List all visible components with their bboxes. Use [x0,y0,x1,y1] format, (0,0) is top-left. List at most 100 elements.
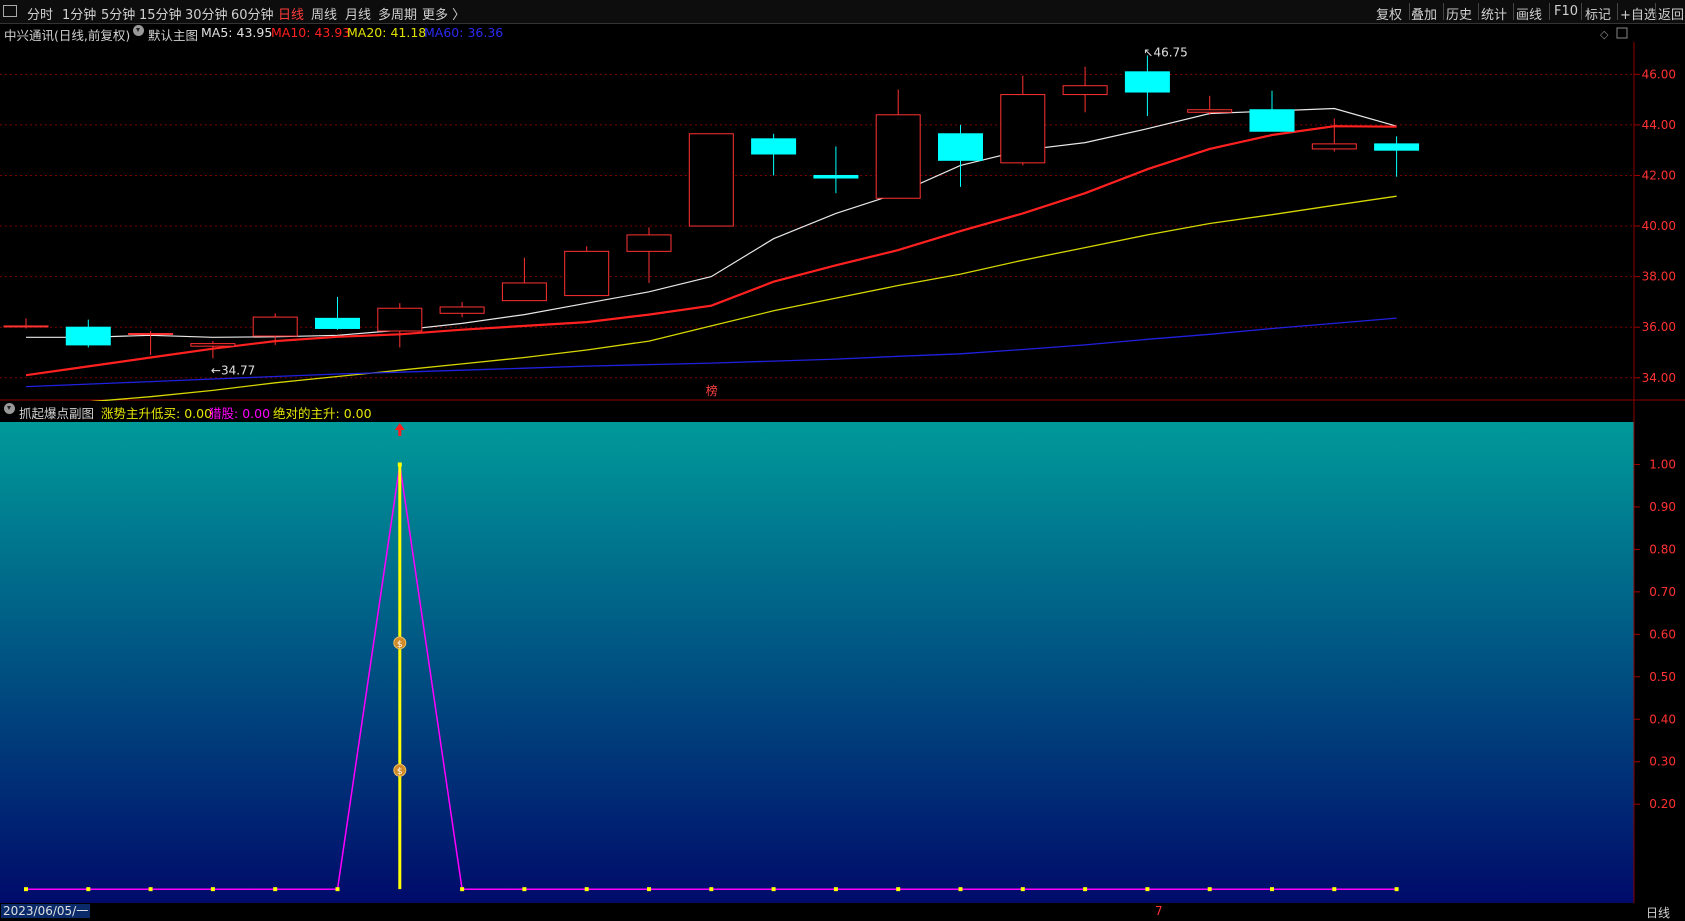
sub-point-dot [273,887,278,892]
candle-body [252,316,298,337]
template-dropdown-icon[interactable] [133,25,144,36]
candle-body [315,317,360,329]
candle-body [751,138,797,155]
tab-multi-period[interactable]: 多周期 [378,4,417,23]
restore-rights-button[interactable]: 复权 [1376,4,1402,23]
sub-point-dot [958,887,963,892]
candle-body [1062,85,1108,96]
sub-point-dot [1020,887,1025,892]
sub-point-dot [1207,887,1212,892]
sub-point-dot [896,887,901,892]
ma5-line [26,107,1397,338]
overlay-button[interactable]: 叠加 [1411,4,1437,23]
candle [1374,136,1420,177]
candle [626,227,672,283]
stock-chart[interactable]: 34.00 36.00 38.00 40.00 42.00 44.00 46.00 ←34.… [0,0,1685,919]
candle-body [1124,71,1170,93]
tab-daily[interactable]: 日线 [278,4,304,23]
candle [1062,66,1108,113]
candle-body [190,343,236,347]
indicator-2-label: 猎股: 0.00 [209,406,271,421]
cursor-date-label: 2023/06/05/一 [1,904,91,918]
main-chart-header: 中兴通讯(日线,前复权) 默认主图 MA5: 43.95 MA10: 43.93… [0,24,1620,44]
candle-body [938,133,983,161]
history-button[interactable]: 历史 [1446,4,1472,23]
sub-point-dot [335,887,340,892]
window-icon[interactable] [3,5,17,17]
template-label[interactable]: 默认主图 [148,25,198,44]
y-tick-label: 34.00 [1642,371,1676,385]
candle [377,303,423,348]
sub-chart-title[interactable]: 抓起爆点副图 [19,403,94,422]
indicator-1-label: 涨势主升低买: 0.00 [101,406,213,421]
candle [65,319,111,348]
candle-body [501,282,547,302]
y-tick-label: 44.00 [1642,118,1676,132]
sub-chart-header: 抓起爆点副图 涨势主升低买: 0.00 猎股: 0.00 绝对的主升: 0.00 [0,401,1630,422]
mark-button[interactable]: 标记 [1585,4,1611,23]
candle [190,341,236,359]
tab-weekly[interactable]: 周线 [311,4,337,23]
candle-body [439,306,485,314]
sub-point-dot [584,887,589,892]
draw-line-button[interactable]: 画线 [1516,4,1542,23]
add-watchlist-button[interactable]: +自选 [1620,4,1657,23]
money-bag-icon [393,636,407,650]
money-bag-symbol: $ [397,640,403,650]
low-price-label: ←34.77 [211,363,255,377]
tab-15min[interactable]: 15分钟 [139,4,182,23]
candle [3,318,49,329]
candle [1187,95,1233,115]
candle [252,313,298,345]
candle [938,124,983,187]
ma10-line [25,125,1397,377]
tab-60min[interactable]: 60分钟 [231,4,274,23]
bottom-marker: 7 [1155,904,1163,918]
sub-chart-background [0,422,1634,905]
sub-point-dot [647,887,651,892]
tab-more[interactable]: 更多 〉 [422,4,465,23]
candle [1000,75,1046,166]
candle-body [128,333,174,336]
list-marker-label: 榜 [706,383,718,398]
stock-title[interactable]: 中兴通讯(日线,前复权) [4,25,130,44]
candle-body [813,174,859,179]
period-status-label[interactable]: 日线 [1646,904,1670,921]
ma60-line [25,317,1397,388]
tab-1min[interactable]: 1分钟 [62,4,96,23]
sub-y-tick-label: 0.20 [1649,797,1676,811]
sub-point-dot [148,887,153,892]
back-button[interactable]: 返回 [1658,4,1684,23]
sub-point-dot [1083,887,1088,892]
sub-point-dot [1270,887,1274,892]
tab-30min[interactable]: 30分钟 [185,4,228,23]
sub-y-tick-label: 1.00 [1649,457,1676,471]
candle-body [626,234,672,252]
tab-intraday[interactable]: 分时 [27,4,53,23]
candle [751,133,797,176]
candle [1249,90,1295,132]
ma10-label: MA10: 43.93 [271,25,351,40]
sub-point-dot [397,462,402,467]
sub-point-dot [1332,887,1337,892]
tab-5min[interactable]: 5分钟 [101,4,135,23]
f10-button[interactable]: F10 [1554,4,1578,19]
tab-monthly[interactable]: 月线 [345,4,371,23]
sub-point-dot [522,887,527,892]
statistics-button[interactable]: 统计 [1481,4,1507,23]
sub-y-tick-label: 0.70 [1649,585,1676,599]
sub-y-tick-label: 0.40 [1649,712,1676,726]
candle [1124,55,1170,117]
sub-dropdown-icon[interactable] [4,403,15,414]
y-tick-label: 38.00 [1642,270,1676,284]
sub-y-tick-label: 0.90 [1649,500,1676,514]
candle-body [1187,109,1233,113]
indicator-3-label: 绝对的主升: 0.00 [273,406,372,421]
y-tick-label: 36.00 [1642,320,1676,334]
ma60-label: MA60: 36.36 [424,25,504,40]
sub-point-dot [709,887,714,892]
sub-indicator-line [26,464,1397,890]
candle-body [65,326,111,346]
period-toolbar: 分时 1分钟 5分钟 15分钟 30分钟 60分钟 日线 周线 月线 多周期 更… [0,0,1685,24]
candle-body [1374,143,1420,151]
